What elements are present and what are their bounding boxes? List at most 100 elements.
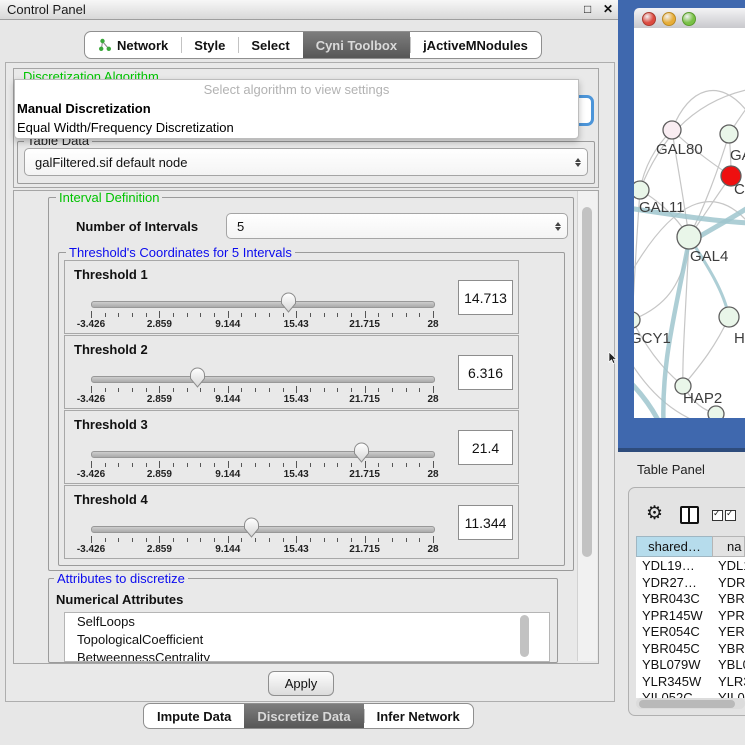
zoom-window-button[interactable] — [682, 12, 696, 26]
attributes-group-title: Attributes to discretize — [54, 572, 188, 585]
network-node[interactable] — [634, 312, 640, 328]
network-node[interactable] — [719, 307, 739, 327]
tab-jactivemnodules[interactable]: jActiveMNodules — [410, 32, 541, 58]
apply-button[interactable]: Apply — [268, 671, 334, 696]
table-cell-name[interactable]: YBR0 — [718, 591, 745, 606]
slider-tick — [378, 463, 379, 467]
stepper-icon — [569, 158, 587, 167]
panel-scrollbar-thumb[interactable] — [582, 207, 592, 557]
slider-tick — [228, 461, 229, 468]
table-cell-shared-name[interactable]: YBL079W — [642, 657, 712, 672]
panel-scrollbar[interactable] — [577, 191, 597, 661]
network-node[interactable] — [708, 406, 724, 418]
threshold-value-field[interactable]: 14.713 — [458, 280, 513, 315]
network-node[interactable] — [677, 225, 701, 249]
slider-track[interactable] — [91, 301, 435, 308]
tab-select[interactable]: Select — [238, 32, 302, 58]
slider-thumb[interactable] — [243, 517, 260, 539]
column-header-shared[interactable]: shared… — [636, 536, 713, 557]
slider-tick — [200, 313, 201, 317]
table-cell-shared-name[interactable]: YLR345W — [642, 674, 712, 689]
table-cell-shared-name[interactable]: YER054C — [642, 624, 712, 639]
table-cell-name[interactable]: YBL0 — [718, 657, 745, 672]
tab-style[interactable]: Style — [181, 32, 238, 58]
dropdown-option-equal-width[interactable]: Equal Width/Frequency Discretization — [15, 118, 578, 137]
split-columns-icon[interactable] — [680, 506, 699, 524]
slider-tick — [159, 461, 160, 468]
table-cell-name[interactable]: YDL1 — [718, 558, 745, 573]
table-data-combobox[interactable]: galFiltered.sif default node — [24, 148, 588, 176]
table-cell-shared-name[interactable]: YPR145W — [642, 608, 712, 623]
numerical-attributes-label: Numerical Attributes — [56, 592, 183, 607]
table-cell-name[interactable]: YDR2 — [718, 575, 745, 590]
close-icon[interactable]: ✕ — [603, 2, 613, 16]
network-canvas[interactable]: GAL80GACGAL11GAL4GCY1HHAP2 — [634, 28, 745, 418]
num-intervals-combobox[interactable]: 5 — [226, 213, 568, 239]
network-window-titlebar[interactable] — [634, 8, 745, 29]
slider-tick — [296, 386, 297, 393]
close-window-button[interactable] — [642, 12, 656, 26]
table-cell-name[interactable]: YPR1 — [718, 608, 745, 623]
table-cell-name[interactable]: YBR0 — [718, 641, 745, 656]
node-label: GAL4 — [690, 248, 728, 265]
tab-cyni-toolbox[interactable]: Cyni Toolbox — [303, 32, 410, 58]
network-node[interactable] — [663, 121, 681, 139]
slider-tick-label: 2.859 — [147, 319, 172, 330]
slider-track[interactable] — [91, 526, 435, 533]
slider-tick — [269, 388, 270, 392]
slider-tick — [406, 538, 407, 542]
table-hscrollbar[interactable] — [636, 698, 745, 709]
table-cell-name[interactable]: YER0 — [718, 624, 745, 639]
slider-tick — [241, 313, 242, 317]
float-icon[interactable]: □ — [584, 2, 591, 16]
slider-thumb[interactable] — [280, 292, 297, 314]
slider-tick — [146, 388, 147, 392]
threshold-value-field[interactable]: 11.344 — [458, 505, 513, 540]
tab-infer-network[interactable]: Infer Network — [364, 704, 473, 728]
gear-icon[interactable]: ⚙ — [646, 504, 663, 523]
slider-tick — [365, 536, 366, 543]
checkbox-icons[interactable] — [712, 508, 736, 526]
slider-thumb[interactable] — [189, 367, 206, 389]
list-scrollbar-thumb[interactable] — [520, 615, 529, 657]
network-node[interactable] — [720, 125, 738, 143]
table-cell-shared-name[interactable]: YBR045C — [642, 641, 712, 656]
checkbox-icon[interactable] — [712, 510, 723, 521]
dropdown-option-manual[interactable]: Manual Discretization — [15, 99, 578, 118]
slider-tick — [324, 538, 325, 542]
slider-tick-label: 15.43 — [284, 544, 309, 555]
slider-tick — [159, 311, 160, 318]
threshold-value-field[interactable]: 6.316 — [458, 355, 513, 390]
slider-tick — [228, 386, 229, 393]
table-cell-shared-name[interactable]: YBR043C — [642, 591, 712, 606]
tab-impute-data[interactable]: Impute Data — [144, 704, 244, 728]
slider-tick — [91, 536, 92, 543]
network-node[interactable] — [634, 181, 649, 199]
attribute-item[interactable]: TopologicalCoefficient — [65, 631, 549, 649]
node-table[interactable]: YDL19… YDL1 YDR27… YDR2 YBR043C YBR0 YPR145W YP… — [636, 557, 745, 698]
tab-discretize-data[interactable]: Discretize Data — [244, 704, 363, 728]
minimize-window-button[interactable] — [662, 12, 676, 26]
node-label: GCY1 — [634, 330, 671, 347]
slider-thumb[interactable] — [353, 442, 370, 464]
threshold-value-field[interactable]: 21.4 — [458, 430, 513, 465]
attribute-item[interactable]: SelfLoops — [65, 613, 549, 631]
numerical-attributes-list[interactable]: SelfLoopsTopologicalCoefficientBetweenne… — [64, 612, 550, 662]
table-cell-shared-name[interactable]: YDR27… — [642, 575, 712, 590]
slider-tick — [337, 313, 338, 317]
table-hscrollbar-thumb[interactable] — [639, 700, 735, 708]
column-header-name[interactable]: na — [712, 536, 745, 557]
table-cell-shared-name[interactable]: YDL19… — [642, 558, 712, 573]
slider-track[interactable] — [91, 376, 435, 383]
table-cell-name[interactable]: YIL0 — [718, 690, 745, 698]
table-cell-shared-name[interactable]: YIL052C — [642, 690, 712, 698]
attribute-item[interactable]: BetweennessCentrality — [65, 649, 549, 662]
slider-tick — [105, 388, 106, 392]
slider-tick — [283, 388, 284, 392]
tab-network[interactable]: Network — [85, 32, 181, 58]
table-cell-name[interactable]: YLR3 — [718, 674, 745, 689]
slider-tick — [118, 313, 119, 317]
control-panel-titlebar: Control Panel □ ✕ — [0, 0, 618, 20]
slider-track[interactable] — [91, 451, 435, 458]
checkbox-icon[interactable] — [725, 510, 736, 521]
